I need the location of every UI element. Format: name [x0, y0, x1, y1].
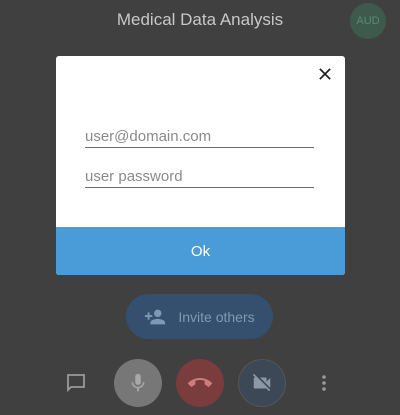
more-vertical-icon[interactable] — [312, 371, 336, 395]
chat-icon[interactable] — [64, 371, 88, 395]
microphone-button[interactable] — [114, 359, 162, 407]
login-dialog: Ok — [56, 56, 345, 275]
invite-others-label: Invite others — [178, 308, 255, 325]
add-person-icon — [145, 309, 166, 324]
microphone-icon — [131, 373, 145, 392]
hang-up-icon — [188, 378, 212, 387]
camera-button[interactable] — [238, 359, 286, 407]
invite-others-button[interactable]: Invite others — [126, 294, 273, 339]
camera-off-icon — [252, 373, 271, 392]
avatar[interactable]: AUD — [350, 3, 386, 39]
page-title: Medical Data Analysis — [116, 10, 284, 29]
password-field[interactable] — [85, 166, 314, 188]
email-field[interactable] — [85, 126, 314, 148]
ok-button[interactable]: Ok — [56, 227, 345, 275]
close-icon[interactable] — [316, 65, 334, 83]
end-call-button[interactable] — [176, 359, 224, 407]
